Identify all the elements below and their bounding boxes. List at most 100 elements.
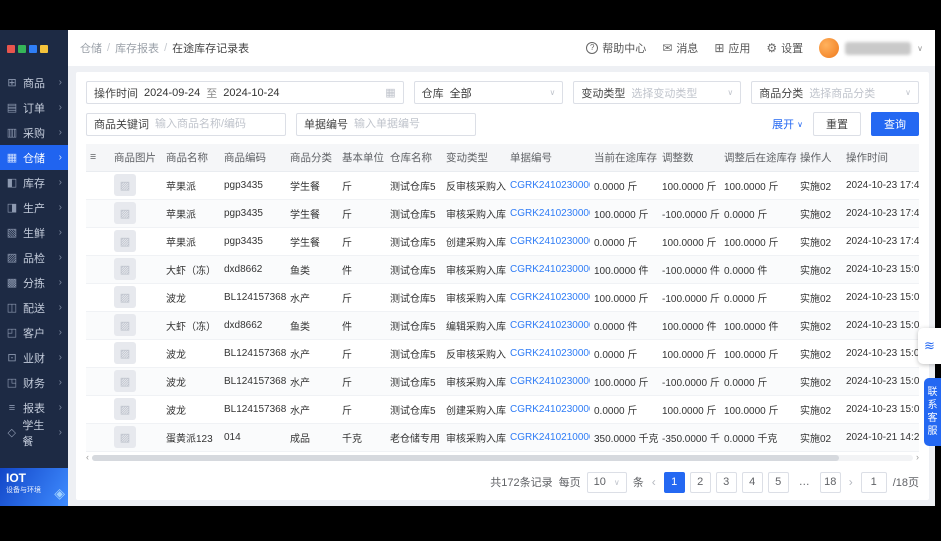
cell-after: 100.0000 斤 bbox=[720, 227, 796, 256]
apps-button[interactable]: ⊞ 应用 bbox=[714, 40, 750, 56]
breadcrumb-item[interactable]: 仓储 bbox=[80, 40, 102, 56]
expand-filters-button[interactable]: 展开 ∨ bbox=[772, 116, 803, 132]
user-menu[interactable]: ∨ bbox=[819, 38, 923, 58]
sidebar-item-配送[interactable]: ◫ 配送 › bbox=[0, 295, 68, 320]
chevron-right-icon: › bbox=[58, 127, 62, 138]
pager-page-4[interactable]: 4 bbox=[741, 471, 763, 493]
cell-doc_no: CGRK24102300001 bbox=[506, 255, 590, 284]
search-button[interactable]: 查询 bbox=[871, 112, 919, 136]
apps-icon: ⊞ bbox=[714, 41, 725, 55]
breadcrumb-item[interactable]: 库存报表 bbox=[115, 40, 159, 56]
keyword-filter[interactable]: 商品关键词 bbox=[86, 112, 286, 136]
sidebar-item-客户[interactable]: ◰ 客户 › bbox=[0, 320, 68, 345]
pager-page-18[interactable]: 18 bbox=[819, 471, 841, 493]
cell-name: 波龙 bbox=[162, 395, 220, 424]
cell-doc_no: CGRK24102100002 bbox=[506, 423, 590, 452]
sidebar-item-业财[interactable]: ⊡ 业财 › bbox=[0, 345, 68, 370]
sidebar-item-生产[interactable]: ◨ 生产 › bbox=[0, 195, 68, 220]
cell-before: 350.0000 千克 bbox=[590, 423, 658, 452]
iot-badge[interactable]: IOT 设备与环境 ◈ bbox=[0, 468, 68, 506]
cell-before: 0.0000 斤 bbox=[590, 339, 658, 368]
cell-code: pgp3435 bbox=[220, 227, 286, 256]
product-image-placeholder: ▨ bbox=[114, 398, 136, 420]
sidebar-item-订单[interactable]: ▤ 订单 › bbox=[0, 95, 68, 120]
sidebar-item-仓储[interactable]: ▦ 仓储 › bbox=[0, 145, 68, 170]
scrollbar-track[interactable] bbox=[92, 454, 913, 461]
doc-no-link[interactable]: CGRK24102300001 bbox=[510, 320, 590, 331]
sidebar-item-学生餐[interactable]: ◇ 学生餐 › bbox=[0, 420, 68, 448]
help-center-icon: ? bbox=[586, 42, 599, 54]
scrollbar-thumb[interactable] bbox=[92, 454, 840, 461]
sidebar-item-label: 财务 bbox=[23, 377, 45, 390]
doc-no-input[interactable] bbox=[354, 118, 464, 130]
cell-unit: 斤 bbox=[338, 171, 386, 200]
doc-no-link[interactable]: CGRK24102300001 bbox=[510, 376, 590, 387]
settings-button[interactable]: ⚙ 设置 bbox=[766, 40, 803, 56]
pagination: 共172条记录 每页 10 ∨ 条 ‹ 1 2 3 4 5… 18 › 1 /18页 bbox=[86, 471, 919, 493]
jump-page-input[interactable]: 1 bbox=[860, 471, 887, 493]
doc-no-link[interactable]: CGRK24102300001 bbox=[510, 264, 590, 275]
messages-button[interactable]: ✉ 消息 bbox=[662, 40, 698, 56]
date-end-value[interactable]: 2024-10-24 bbox=[223, 87, 279, 99]
sidebar-item-label: 品检 bbox=[23, 252, 45, 265]
doc-no-link[interactable]: CGRK24102100002 bbox=[510, 432, 590, 443]
quick-tool-button[interactable]: ≋ bbox=[918, 328, 941, 364]
cell-adjust: 100.0000 件 bbox=[658, 311, 720, 340]
category-filter[interactable]: 商品分类 选择商品分类 ∨ bbox=[751, 81, 919, 104]
menu-icon: ◫ bbox=[6, 302, 18, 314]
sidebar-item-品检[interactable]: ▨ 品检 › bbox=[0, 245, 68, 270]
table-row: ▨ 波龙BL124157368水产斤测试仓库5反审核采购入库 CGRK2410230… bbox=[86, 339, 919, 368]
sidebar-item-生鲜[interactable]: ▧ 生鲜 › bbox=[0, 220, 68, 245]
doc-no-filter[interactable]: 单据编号 bbox=[296, 112, 476, 136]
sidebar-item-财务[interactable]: ◳ 财务 › bbox=[0, 370, 68, 395]
pager-page-1[interactable]: 1 bbox=[663, 471, 685, 493]
cell-unit: 斤 bbox=[338, 367, 386, 396]
column-header-单据编号: 单据编号 bbox=[506, 144, 590, 172]
reset-button[interactable]: 重置 bbox=[813, 112, 861, 136]
doc-no-link[interactable]: CGRK24102300002 bbox=[510, 236, 590, 247]
sidebar-item-分拣[interactable]: ▩ 分拣 › bbox=[0, 270, 68, 295]
menu-icon: ◧ bbox=[6, 177, 18, 189]
pager-page-2[interactable]: 2 bbox=[689, 471, 711, 493]
column-header-调整数: 调整数 bbox=[658, 144, 720, 172]
pager-page-3[interactable]: 3 bbox=[715, 471, 737, 493]
cell-category: 学生餐 bbox=[286, 227, 338, 256]
cell-before: 100.0000 件 bbox=[590, 255, 658, 284]
doc-no-link[interactable]: CGRK24102300002 bbox=[510, 208, 590, 219]
keyword-input[interactable] bbox=[155, 118, 265, 130]
doc-no-link[interactable]: CGRK24102300002 bbox=[510, 180, 590, 191]
page-size-value: 10 bbox=[593, 476, 606, 488]
pager-page-5[interactable]: 5 bbox=[767, 471, 789, 493]
page-size-select[interactable]: 10 ∨ bbox=[586, 471, 627, 493]
contact-support-tab[interactable]: 联系客服 bbox=[924, 378, 941, 446]
cell-adjust: -350.0000 千克 bbox=[658, 423, 720, 452]
date-range-filter[interactable]: 操作时间 2024-09-24 至 2024-10-24 ▦ bbox=[86, 81, 404, 104]
help-center-button[interactable]: ? 帮助中心 bbox=[586, 40, 646, 56]
scroll-right-icon[interactable]: › bbox=[916, 453, 919, 462]
cell-before: 0.0000 斤 bbox=[590, 227, 658, 256]
breadcrumb-item: 在途库存记录表 bbox=[172, 43, 250, 55]
per-page-prefix: 每页 bbox=[558, 477, 581, 489]
next-page-button[interactable]: › bbox=[847, 475, 855, 489]
date-start-value[interactable]: 2024-09-24 bbox=[144, 87, 200, 99]
cell-before: 0.0000 斤 bbox=[590, 171, 658, 200]
sidebar-item-库存[interactable]: ◧ 库存 › bbox=[0, 170, 68, 195]
sidebar-item-商品[interactable]: ⊞ 商品 › bbox=[0, 70, 68, 95]
prev-page-button[interactable]: ‹ bbox=[650, 475, 658, 489]
scroll-left-icon[interactable]: ‹ bbox=[86, 453, 89, 462]
menu-icon: ▤ bbox=[6, 102, 18, 114]
change-type-filter[interactable]: 变动类型 选择变动类型 ∨ bbox=[573, 81, 742, 104]
sidebar-item-采购[interactable]: ▥ 采购 › bbox=[0, 120, 68, 145]
cell-operator: 实施02 bbox=[796, 311, 842, 340]
menu-icon: ▩ bbox=[6, 277, 18, 289]
column-settings-icon[interactable]: ≡ bbox=[86, 144, 110, 172]
cell-time: 2024-10-23 15:05 bbox=[842, 395, 919, 424]
cell-doc_no: CGRK24102300001 bbox=[506, 339, 590, 368]
doc-no-link[interactable]: CGRK24102300001 bbox=[510, 348, 590, 359]
doc-no-link[interactable]: CGRK24102300001 bbox=[510, 292, 590, 303]
horizontal-scrollbar: ‹ › bbox=[86, 453, 919, 463]
username-redacted bbox=[845, 41, 912, 55]
warehouse-filter[interactable]: 仓库 全部 ∨ bbox=[413, 81, 564, 104]
doc-no-link[interactable]: CGRK24102300001 bbox=[510, 404, 590, 415]
logo-squares bbox=[0, 38, 68, 60]
